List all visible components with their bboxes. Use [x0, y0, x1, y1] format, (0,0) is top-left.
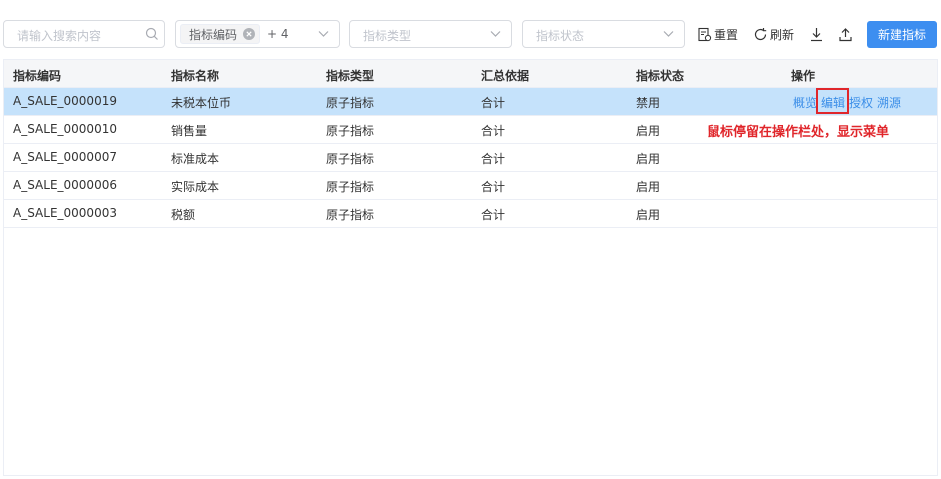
more-tags-count: + 4 — [267, 27, 289, 41]
refresh-label: 刷新 — [770, 27, 795, 42]
reset-button[interactable]: 重置 — [697, 24, 738, 44]
reset-label: 重置 — [714, 27, 739, 42]
indicator-code-select[interactable]: 指标编码 + 4 — [175, 20, 340, 48]
cell-type: 原子指标 — [326, 124, 375, 138]
header-type: 指标类型 — [326, 69, 375, 83]
tag-label: 指标编码 — [189, 27, 238, 42]
chevron-down-icon — [663, 31, 674, 37]
refresh-icon — [754, 27, 767, 40]
search-input[interactable]: 请输入搜索内容 — [3, 20, 165, 48]
header-status: 指标状态 — [636, 69, 685, 83]
cell-basis: 合计 — [481, 208, 506, 222]
table-row[interactable]: A_SALE_0000003 税额 原子指标 合计 启用 — [4, 200, 937, 228]
cell-code: A_SALE_0000007 — [13, 150, 117, 164]
cell-code: A_SALE_0000010 — [13, 122, 117, 136]
upload-button[interactable] — [838, 24, 855, 44]
cell-basis: 合计 — [481, 152, 506, 166]
trace-link[interactable]: 溯源 — [877, 94, 901, 111]
header-name: 指标名称 — [171, 69, 220, 83]
cell-status: 启用 — [636, 208, 661, 222]
cell-basis: 合计 — [481, 96, 506, 110]
refresh-button[interactable]: 刷新 — [753, 24, 794, 44]
cell-basis: 合计 — [481, 180, 506, 194]
cell-status: 启用 — [636, 152, 661, 166]
cell-type: 原子指标 — [326, 208, 375, 222]
download-button[interactable] — [809, 24, 826, 44]
state-placeholder: 指标状态 — [536, 29, 585, 43]
cell-code: A_SALE_0000019 — [13, 94, 117, 108]
cell-type: 原子指标 — [326, 96, 375, 110]
search-placeholder: 请输入搜索内容 — [17, 29, 102, 43]
authorize-link[interactable]: 授权 — [849, 94, 873, 111]
cell-name: 实际成本 — [171, 180, 220, 194]
upload-icon — [839, 27, 852, 41]
header-actions: 操作 — [791, 69, 816, 83]
tag-close-icon[interactable] — [243, 28, 256, 40]
cell-name: 标准成本 — [171, 152, 220, 166]
edit-highlight-box — [816, 88, 849, 114]
cell-status: 禁用 — [636, 96, 661, 110]
download-icon — [811, 27, 822, 41]
cell-name: 销售量 — [171, 124, 208, 138]
cell-status: 启用 — [636, 180, 661, 194]
cell-code: A_SALE_0000006 — [13, 178, 117, 192]
cell-type: 原子指标 — [326, 180, 375, 194]
cell-code: A_SALE_0000003 — [13, 206, 117, 220]
table-row[interactable]: A_SALE_0000019 未税本位币 原子指标 合计 禁用 概览 编辑 授权… — [4, 88, 937, 116]
cell-basis: 合计 — [481, 124, 506, 138]
reset-icon — [698, 27, 712, 41]
overview-link[interactable]: 概览 — [793, 94, 817, 111]
chevron-down-icon — [318, 31, 329, 37]
chevron-down-icon — [490, 31, 501, 37]
table-row[interactable]: A_SALE_0000007 标准成本 原子指标 合计 启用 — [4, 144, 937, 172]
annotation-text: 鼠标停留在操作栏处，显示菜单 — [707, 125, 890, 140]
type-placeholder: 指标类型 — [363, 29, 412, 43]
header-basis: 汇总依据 — [481, 69, 530, 83]
table-row[interactable]: A_SALE_0000006 实际成本 原子指标 合计 启用 — [4, 172, 937, 200]
table-header: 指标编码 指标名称 指标类型 汇总依据 指标状态 操作 — [4, 60, 937, 88]
filter-toolbar: 请输入搜索内容 指标编码 + 4 指标类型 指标状态 重置 刷新 新建指标 — [0, 0, 941, 54]
indicator-state-select[interactable]: 指标状态 — [522, 20, 685, 48]
cell-name: 税额 — [171, 208, 196, 222]
new-indicator-button[interactable]: 新建指标 — [867, 21, 937, 48]
cell-type: 原子指标 — [326, 152, 375, 166]
cell-status: 启用 — [636, 124, 661, 138]
selected-tag: 指标编码 — [180, 24, 261, 44]
indicator-type-select[interactable]: 指标类型 — [349, 20, 512, 48]
search-icon[interactable] — [145, 27, 159, 41]
header-code: 指标编码 — [13, 69, 62, 83]
cell-name: 未税本位币 — [171, 96, 232, 110]
